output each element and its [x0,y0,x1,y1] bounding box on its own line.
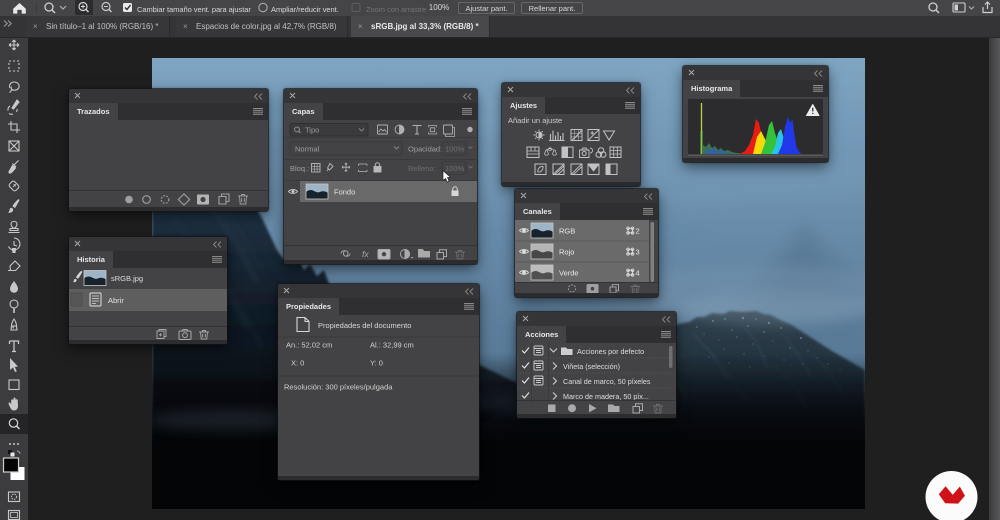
svg-text:Rojo: Rojo [559,248,574,257]
svg-text:2: 2 [636,227,640,236]
svg-text:fx: fx [362,249,369,259]
svg-text:X: 0: X: 0 [291,359,304,368]
svg-text:Normal: Normal [295,145,320,154]
svg-text:sRGB.jpg: sRGB.jpg [111,274,143,283]
svg-text:Tipo: Tipo [305,126,319,135]
svg-text:Viñeta (selección): Viñeta (selección) [563,362,620,371]
svg-text:Verde: Verde [559,269,579,278]
svg-text:Acciones por defecto: Acciones por defecto [577,347,644,356]
svg-text:Resolución: 300 píxeles/pulgad: Resolución: 300 píxeles/pulgada [284,383,393,392]
svg-text:Fondo: Fondo [334,188,355,197]
svg-text:RGB: RGB [559,227,575,236]
svg-text:Añadir un ajuste: Añadir un ajuste [508,116,562,125]
svg-text:Relleno:: Relleno: [408,164,436,173]
svg-text:Canal de marco, 50 píxeles: Canal de marco, 50 píxeles [563,377,651,386]
svg-text:Bloq.:: Bloq.: [290,164,309,173]
svg-text:Abrir: Abrir [108,296,124,305]
svg-text:3: 3 [636,248,640,257]
svg-text:Propiedades del documento: Propiedades del documento [318,321,411,330]
svg-text:Al.: 32,99 cm: Al.: 32,99 cm [370,341,414,350]
svg-text:Y: 0: Y: 0 [370,359,383,368]
svg-text:100%: 100% [445,145,465,154]
svg-text:Opacidad:: Opacidad: [408,145,442,154]
svg-text:4: 4 [636,269,640,278]
svg-text:An.: 52,02 cm: An.: 52,02 cm [286,341,332,350]
